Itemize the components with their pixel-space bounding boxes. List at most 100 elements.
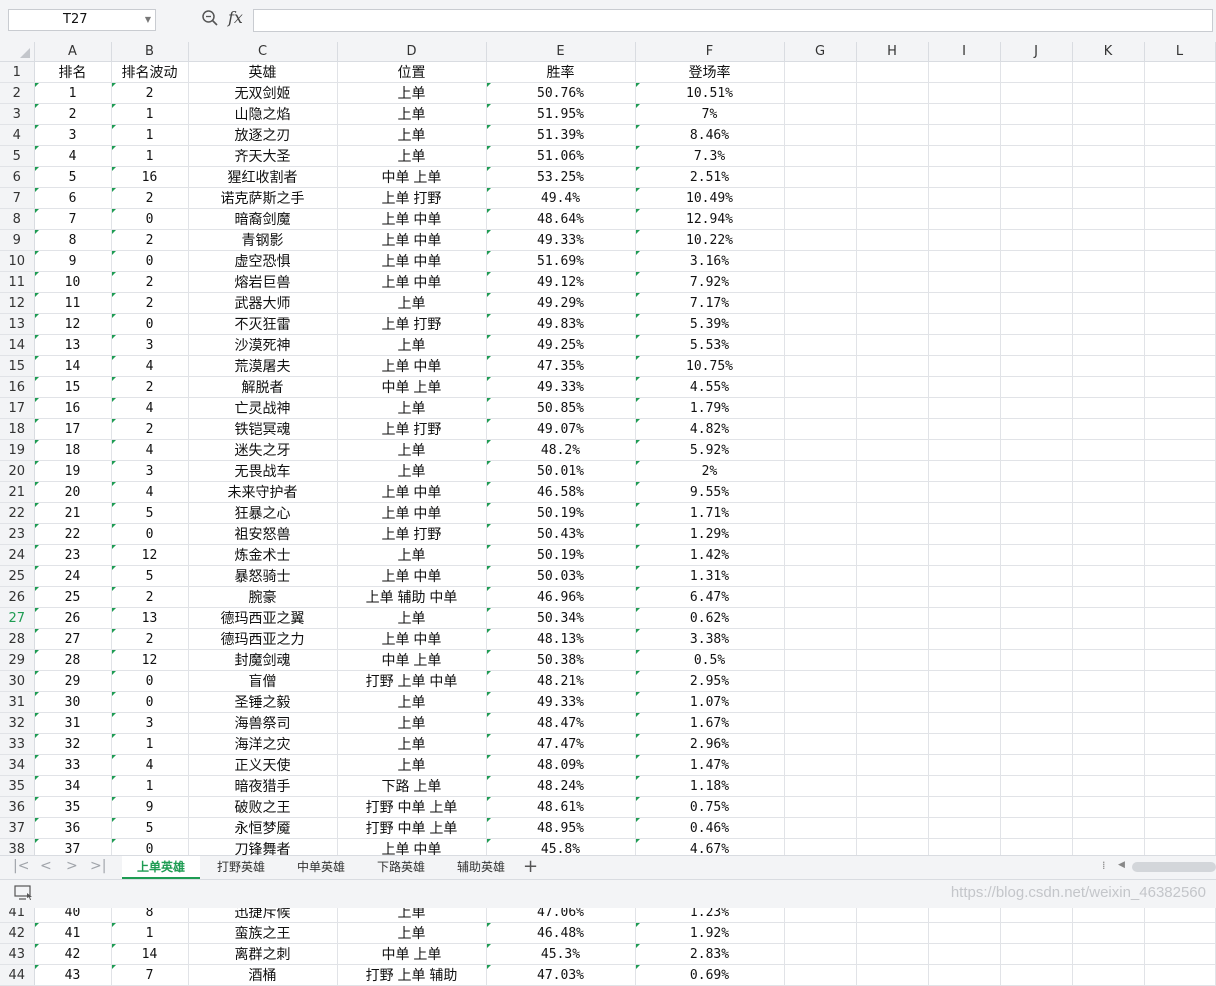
cell[interactable]: 打野 中单 上单 <box>337 796 487 818</box>
cell[interactable]: 上单 <box>337 334 487 356</box>
cell[interactable] <box>928 460 1001 482</box>
cell[interactable]: 0.62% <box>635 607 785 629</box>
cell[interactable] <box>856 418 929 440</box>
cell[interactable]: 42 <box>34 943 112 965</box>
cell[interactable]: 上单 中单 <box>337 502 487 524</box>
cell[interactable] <box>784 586 857 608</box>
cell[interactable] <box>1144 922 1216 944</box>
cell[interactable]: 3.38% <box>635 628 785 650</box>
cell[interactable]: 上单 打野 <box>337 523 487 545</box>
cell[interactable]: 48.24% <box>486 775 636 797</box>
cell[interactable] <box>928 502 1001 524</box>
cell[interactable]: 14 <box>34 355 112 377</box>
cell[interactable]: 0 <box>111 250 189 272</box>
cell[interactable] <box>1144 964 1216 986</box>
cell[interactable] <box>1072 124 1145 146</box>
cell[interactable]: 2 <box>111 628 189 650</box>
cell[interactable]: 49.12% <box>486 271 636 293</box>
cell[interactable]: 解脱者 <box>188 376 338 398</box>
cell[interactable] <box>856 355 929 377</box>
cell[interactable] <box>856 586 929 608</box>
cell[interactable]: 48.95% <box>486 817 636 839</box>
cell[interactable]: 51.06% <box>486 145 636 167</box>
cell[interactable]: 上单 打野 <box>337 313 487 335</box>
cell[interactable]: 7.92% <box>635 271 785 293</box>
cell[interactable]: 33 <box>34 754 112 776</box>
cell[interactable]: 封魔剑魂 <box>188 649 338 671</box>
cell[interactable]: 2 <box>111 229 189 251</box>
cell[interactable]: 24 <box>34 565 112 587</box>
cell[interactable] <box>1000 691 1073 713</box>
cell[interactable]: 5 <box>111 502 189 524</box>
cell[interactable]: 上单 <box>337 124 487 146</box>
cell[interactable]: 1.07% <box>635 691 785 713</box>
cell[interactable]: 离群之刺 <box>188 943 338 965</box>
cell[interactable]: 46.58% <box>486 481 636 503</box>
cell[interactable] <box>1000 460 1073 482</box>
cell[interactable]: 未来守护者 <box>188 481 338 503</box>
row-header[interactable]: 7 <box>0 187 35 209</box>
cell[interactable]: 36 <box>34 817 112 839</box>
cell[interactable] <box>1072 733 1145 755</box>
cell[interactable] <box>1000 754 1073 776</box>
cell[interactable]: 上单 <box>337 292 487 314</box>
cell[interactable]: 上单 辅助 中单 <box>337 586 487 608</box>
cell[interactable] <box>1144 187 1216 209</box>
cell[interactable]: 5.53% <box>635 334 785 356</box>
scrollbar-thumb[interactable] <box>1132 862 1216 872</box>
cell[interactable] <box>1144 649 1216 671</box>
cell[interactable]: 26 <box>34 607 112 629</box>
cell[interactable] <box>784 691 857 713</box>
row-header[interactable]: 33 <box>0 733 35 755</box>
row-header[interactable]: 42 <box>0 922 35 944</box>
cell[interactable] <box>928 565 1001 587</box>
cell[interactable]: 沙漠死神 <box>188 334 338 356</box>
cell[interactable]: 上单 中单 <box>337 481 487 503</box>
cell[interactable] <box>1000 103 1073 125</box>
cell[interactable]: 上单 <box>337 922 487 944</box>
cell[interactable] <box>1144 418 1216 440</box>
cell[interactable]: 英雄 <box>188 61 338 83</box>
cell[interactable] <box>1144 607 1216 629</box>
cell[interactable] <box>856 502 929 524</box>
cell[interactable]: 2.96% <box>635 733 785 755</box>
cell[interactable]: 4.82% <box>635 418 785 440</box>
cell[interactable] <box>856 439 929 461</box>
cell[interactable] <box>784 523 857 545</box>
row-header[interactable]: 24 <box>0 544 35 566</box>
cell[interactable] <box>784 922 857 944</box>
cell[interactable] <box>784 460 857 482</box>
function-icon[interactable]: fx <box>228 8 243 27</box>
cell[interactable]: 21 <box>34 502 112 524</box>
cell[interactable] <box>784 733 857 755</box>
cell[interactable]: 50.43% <box>486 523 636 545</box>
cell[interactable] <box>1144 166 1216 188</box>
column-header[interactable]: D <box>337 42 487 62</box>
cell[interactable] <box>1072 712 1145 734</box>
cell[interactable]: 上单 <box>337 754 487 776</box>
column-header[interactable]: B <box>111 42 189 62</box>
scroll-left-icon[interactable]: ◀ <box>1118 860 1125 870</box>
cell[interactable]: 9 <box>34 250 112 272</box>
column-header[interactable]: F <box>635 42 785 62</box>
cell[interactable]: 4 <box>111 397 189 419</box>
cell[interactable]: 腕豪 <box>188 586 338 608</box>
cell[interactable] <box>1000 817 1073 839</box>
cell[interactable] <box>856 817 929 839</box>
cell[interactable] <box>1000 124 1073 146</box>
cell[interactable]: 18 <box>34 439 112 461</box>
row-header[interactable]: 4 <box>0 124 35 146</box>
row-header[interactable]: 44 <box>0 964 35 986</box>
cell[interactable]: 2 <box>111 586 189 608</box>
cell[interactable]: 50.03% <box>486 565 636 587</box>
cell[interactable]: 25 <box>34 586 112 608</box>
cell[interactable]: 酒桶 <box>188 964 338 986</box>
cell[interactable] <box>1000 502 1073 524</box>
cell[interactable] <box>856 103 929 125</box>
cell[interactable] <box>856 649 929 671</box>
spreadsheet-grid[interactable]: ABCDEFGHIJKL 1 排名 排名波动 英雄 位置 胜率 登场率 2 1 2 无双剑姬 上单 50… <box>0 42 1216 986</box>
cell[interactable] <box>856 208 929 230</box>
column-header[interactable]: C <box>188 42 338 62</box>
cell[interactable]: 51.39% <box>486 124 636 146</box>
cell[interactable] <box>1000 796 1073 818</box>
